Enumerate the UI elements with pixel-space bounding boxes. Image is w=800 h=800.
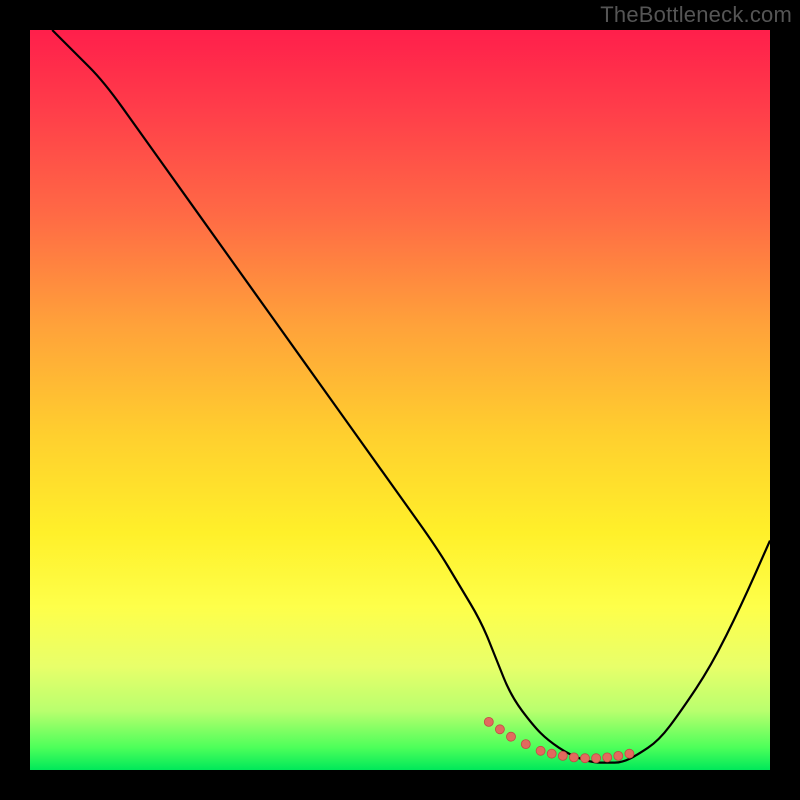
chart-svg [30,30,770,770]
highlight-dot [521,740,530,749]
highlight-dot [536,746,545,755]
highlight-dot [484,717,493,726]
highlight-dot [592,754,601,763]
highlight-dot [625,749,634,758]
highlight-dot [547,749,556,758]
highlight-dot [495,725,504,734]
chart-container: TheBottleneck.com [0,0,800,800]
highlight-dot [507,732,516,741]
highlight-dot [581,754,590,763]
highlight-dot [569,753,578,762]
highlight-dot [558,751,567,760]
highlight-dot [603,753,612,762]
highlight-dot [614,751,623,760]
watermark-text: TheBottleneck.com [600,2,792,28]
bottleneck-curve [52,30,770,763]
highlight-dots [484,717,634,762]
plot-area [30,30,770,770]
